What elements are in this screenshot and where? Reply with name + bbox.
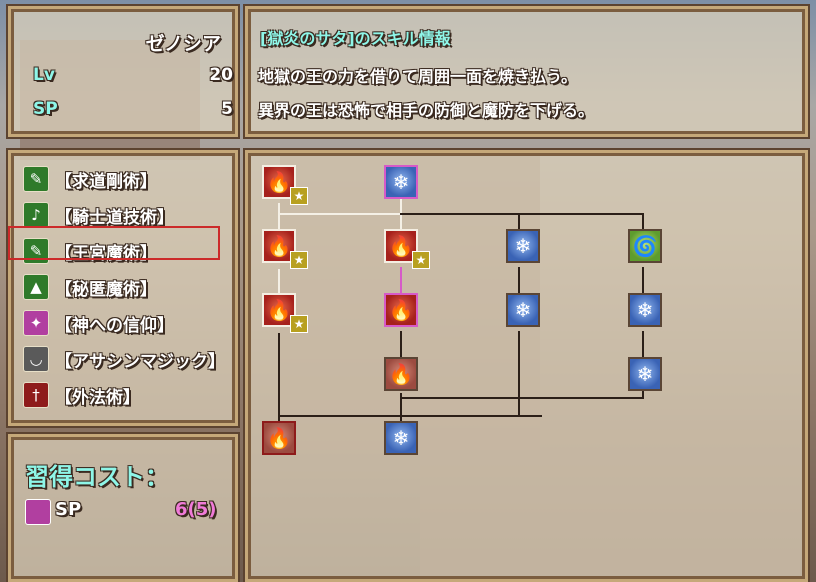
skill-info-panel: [獄炎のサタ]のスキル情報 地獄の王の力を借りて周囲一面を焼き払う。 異界の王は… (245, 6, 808, 137)
character-panel: ゼノシア Lv 20 SP 5 (8, 6, 238, 137)
ice-skill-node[interactable]: ❄ (628, 293, 662, 327)
star-icon: ★ (290, 315, 308, 333)
fire-icon: 🔥 (266, 426, 292, 450)
skill-tree-panel: 🔥 ★ ❄ 🔥 ★ 🔥 ★ ❄ 🌀 🔥 ★ 🔥 ❄ ❄ 🔥 ❄ 🔥 ❄ (245, 150, 808, 582)
star-icon: ★ (290, 187, 308, 205)
level-label: Lv (33, 65, 55, 85)
ice-icon: ❄ (514, 298, 532, 322)
ice-icon: ❄ (514, 234, 532, 258)
character-name: ゼノシア (145, 33, 221, 55)
skill-info-line: 異界の王は恐怖で相手の防御と魔防を下げる。 (258, 101, 595, 120)
ice-skill-node[interactable]: ❄ (506, 229, 540, 263)
fire-icon: 🔥 (388, 298, 414, 322)
cost-panel: 習得コスト： SP 6(5) (8, 434, 238, 582)
sp-label: SP (33, 99, 58, 119)
fire-icon: 🔥 (266, 234, 292, 258)
level-value: 20 (209, 65, 233, 85)
category-item-assassin[interactable]: ◡ 【アサシンマジック】 (23, 343, 225, 375)
tree-connector (642, 213, 644, 229)
cost-sp-value: 6(5) (175, 499, 217, 520)
category-label: 【外法術】 (55, 388, 140, 408)
tree-connector (518, 331, 520, 417)
fire-icon: 🔥 (388, 362, 414, 386)
tree-connector (518, 213, 520, 229)
tree-connector (400, 213, 644, 215)
ice-icon: ❄ (636, 362, 654, 386)
ice-skill-node[interactable]: ❄ (384, 421, 418, 455)
sp-row: SP 5 (33, 99, 233, 119)
fire-skill-node[interactable]: 🔥 (384, 357, 418, 391)
fire-icon: 🔥 (388, 234, 414, 258)
skill-info-title: [獄炎のサタ]のスキル情報 (260, 29, 451, 48)
ice-skill-node[interactable]: ❄ (628, 357, 662, 391)
ice-skill-node[interactable]: ❄ (506, 293, 540, 327)
category-label: 【神への信仰】 (55, 316, 174, 336)
tree-connector (642, 331, 644, 359)
tree-connector (400, 331, 402, 359)
category-label: 【騎士道技術】 (55, 208, 174, 228)
star-icon: ★ (290, 251, 308, 269)
tree-connector (278, 213, 402, 215)
tree-connector (400, 197, 402, 233)
witch-hat-icon: ▲ (23, 274, 49, 300)
wind-icon: 🌀 (632, 234, 658, 258)
category-panel: ✎ 【求道剛術】 ♪ 【騎士道技術】 ✎ 【王宮魔術】 ▲ 【秘匿魔術】 ✦ 【… (8, 150, 238, 426)
category-item-shinko[interactable]: ✦ 【神への信仰】 (23, 307, 223, 339)
fire-skill-node[interactable]: 🔥 (262, 421, 296, 455)
fire-icon: 🔥 (266, 298, 292, 322)
dagger-icon: † (23, 382, 49, 408)
category-label: 【求道剛術】 (55, 172, 157, 192)
category-item-geho[interactable]: † 【外法術】 (23, 379, 223, 411)
category-selection-cursor (8, 226, 220, 260)
category-label: 【アサシンマジック】 (55, 352, 225, 372)
star-icon: ★ (412, 251, 430, 269)
fire-skill-node-selected[interactable]: 🔥 (384, 293, 418, 327)
level-row: Lv 20 (33, 65, 233, 85)
ice-skill-node[interactable]: ❄ (384, 165, 418, 199)
tree-connector (400, 397, 644, 399)
tree-connector (278, 333, 280, 425)
sp-icon (25, 499, 51, 525)
wind-skill-node[interactable]: 🌀 (628, 229, 662, 263)
eye-icon: ◡ (23, 346, 49, 372)
sparkle-icon: ✦ (23, 310, 49, 336)
cost-title: 習得コスト： (25, 463, 169, 491)
category-item-kyudo[interactable]: ✎ 【求道剛術】 (23, 163, 223, 195)
ice-icon: ❄ (392, 170, 410, 194)
category-label: 【秘匿魔術】 (55, 280, 157, 300)
ice-icon: ❄ (636, 298, 654, 322)
cost-sp-label: SP (55, 499, 82, 520)
category-item-hitoku[interactable]: ▲ 【秘匿魔術】 (23, 271, 223, 303)
tree-connector (278, 415, 542, 417)
skill-info-line: 地獄の王の力を借りて周囲一面を焼き払う。 (258, 67, 578, 86)
bell-icon: ♪ (23, 202, 49, 228)
sp-value: 5 (221, 99, 233, 119)
fire-icon: 🔥 (266, 170, 292, 194)
book-icon: ✎ (23, 166, 49, 192)
ice-icon: ❄ (392, 426, 410, 450)
